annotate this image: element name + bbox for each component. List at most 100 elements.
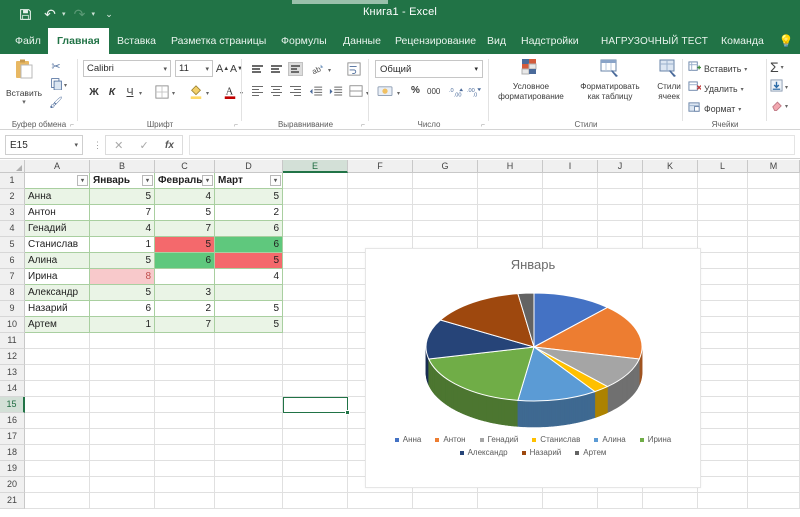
cell-C12[interactable] <box>155 349 215 365</box>
column-header-h[interactable]: H <box>478 160 543 173</box>
align-center-button[interactable] <box>269 84 284 98</box>
row-header-20[interactable]: 20 <box>0 477 25 493</box>
accounting-caret-icon[interactable]: ▾ <box>397 90 400 97</box>
column-header-l[interactable]: L <box>698 160 748 173</box>
cell-C15[interactable] <box>155 397 215 413</box>
number-format-select[interactable]: Общий ▾ <box>375 60 483 78</box>
italic-button[interactable]: К <box>105 84 119 100</box>
cell-J2[interactable] <box>598 189 643 205</box>
tab-formulas[interactable]: Формулы <box>272 28 336 54</box>
cell-L11[interactable] <box>698 333 748 349</box>
cell-M21[interactable] <box>748 493 800 509</box>
cell-A12[interactable] <box>25 349 90 365</box>
alignment-dialog-launcher[interactable]: ⌐ <box>361 122 365 129</box>
cell-I1[interactable] <box>543 173 598 189</box>
cell-B21[interactable] <box>90 493 155 509</box>
number-dialog-launcher[interactable]: ⌐ <box>481 122 485 129</box>
filter-dropdown-icon[interactable]: ▾ <box>77 175 88 186</box>
column-header-i[interactable]: I <box>543 160 598 173</box>
table-cell-D10[interactable]: 5 <box>215 317 283 333</box>
column-header-k[interactable]: K <box>643 160 698 173</box>
percent-style-button[interactable]: % <box>411 85 420 96</box>
cell-G21[interactable] <box>413 493 478 509</box>
column-header-d[interactable]: D <box>215 160 283 173</box>
autosum-button[interactable]: Σ ▾ <box>770 59 784 75</box>
font-name-input[interactable]: Calibri ▾ <box>83 60 171 77</box>
legend-item-Артем[interactable]: Артем <box>575 448 606 457</box>
row-header-16[interactable]: 16 <box>0 413 25 429</box>
tab-view[interactable]: Вид <box>478 28 515 54</box>
clear-caret-icon[interactable]: ▾ <box>785 103 788 110</box>
scissors-icon[interactable]: ✂ <box>48 59 64 75</box>
cell-B15[interactable] <box>90 397 155 413</box>
table-cell-D5[interactable]: 6 <box>215 237 283 253</box>
cell-J3[interactable] <box>598 205 643 221</box>
check-icon[interactable]: ✓ <box>140 139 149 152</box>
insert-function-icon[interactable]: fx <box>165 140 174 151</box>
cell-D17[interactable] <box>215 429 283 445</box>
column-header-e[interactable]: E <box>283 160 348 173</box>
cell-C20[interactable] <box>155 477 215 493</box>
tab-home[interactable]: Главная <box>48 28 109 54</box>
cell-D13[interactable] <box>215 365 283 381</box>
underline-caret-icon[interactable]: ▾ <box>139 90 142 97</box>
chevron-down-icon[interactable]: ▾ <box>163 65 167 73</box>
row-header-17[interactable]: 17 <box>0 429 25 445</box>
cell-D20[interactable] <box>215 477 283 493</box>
clipboard-dialog-launcher[interactable]: ⌐ <box>70 122 74 129</box>
cell-C21[interactable] <box>155 493 215 509</box>
formula-input[interactable] <box>189 135 795 155</box>
comma-style-button[interactable]: 000 <box>427 87 440 96</box>
cell-M12[interactable] <box>748 349 800 365</box>
chart-legend[interactable]: АннаАнтонГенадийСтаниславАлинаИринаАлекс… <box>366 435 700 457</box>
cell-M20[interactable] <box>748 477 800 493</box>
cell-E16[interactable] <box>283 413 348 429</box>
cell-L18[interactable] <box>698 445 748 461</box>
cell-B18[interactable] <box>90 445 155 461</box>
cell-B14[interactable] <box>90 381 155 397</box>
table-cell-B9[interactable]: 6 <box>90 301 155 317</box>
table-cell-A7[interactable]: Ирина <box>25 269 90 285</box>
pie-chart[interactable]: Январь АннаАнтонГенадийСтаниславАлинаИри… <box>365 248 701 488</box>
table-header-Март[interactable]: Март▾ <box>215 173 283 189</box>
cell-M14[interactable] <box>748 381 800 397</box>
row-header-14[interactable]: 14 <box>0 381 25 397</box>
cell-B11[interactable] <box>90 333 155 349</box>
cell-H2[interactable] <box>478 189 543 205</box>
cell-K21[interactable] <box>643 493 698 509</box>
cell-E4[interactable] <box>283 221 348 237</box>
copy-icon[interactable] <box>48 77 64 93</box>
cell-F2[interactable] <box>348 189 413 205</box>
tab-review[interactable]: Рецензирование <box>386 28 485 54</box>
cell-L9[interactable] <box>698 301 748 317</box>
lightbulb-icon[interactable]: 💡 <box>778 33 794 49</box>
grow-font-button[interactable]: A▲ <box>216 60 229 77</box>
legend-item-Станислав[interactable]: Станислав <box>532 435 580 444</box>
row-header-1[interactable]: 1 <box>0 173 25 189</box>
copy-caret-icon[interactable]: ▾ <box>64 82 67 89</box>
cell-C13[interactable] <box>155 365 215 381</box>
cell-L10[interactable] <box>698 317 748 333</box>
table-cell-A5[interactable]: Станислав <box>25 237 90 253</box>
table-cell-C8[interactable]: 3 <box>155 285 215 301</box>
cell-D16[interactable] <box>215 413 283 429</box>
chevron-down-icon[interactable]: ▾ <box>205 65 209 73</box>
row-header-12[interactable]: 12 <box>0 349 25 365</box>
table-cell-A10[interactable]: Артем <box>25 317 90 333</box>
increase-indent-icon[interactable] <box>328 84 344 99</box>
cell-M10[interactable] <box>748 317 800 333</box>
align-left-button[interactable] <box>250 84 265 98</box>
table-cell-A3[interactable]: Антон <box>25 205 90 221</box>
font-size-input[interactable]: 11 ▾ <box>175 60 213 77</box>
borders-caret-icon[interactable]: ▾ <box>172 90 175 97</box>
decrease-decimal-icon[interactable]: .00.0 <box>467 85 482 99</box>
cell-M3[interactable] <box>748 205 800 221</box>
format-as-table-button[interactable]: Форматировать как таблицу <box>573 58 647 102</box>
cell-H1[interactable] <box>478 173 543 189</box>
row-header-3[interactable]: 3 <box>0 205 25 221</box>
insert-caret-icon[interactable]: ▾ <box>744 66 747 73</box>
cell-B16[interactable] <box>90 413 155 429</box>
cell-A18[interactable] <box>25 445 90 461</box>
cell-C14[interactable] <box>155 381 215 397</box>
merge-cells-icon[interactable] <box>348 83 364 99</box>
